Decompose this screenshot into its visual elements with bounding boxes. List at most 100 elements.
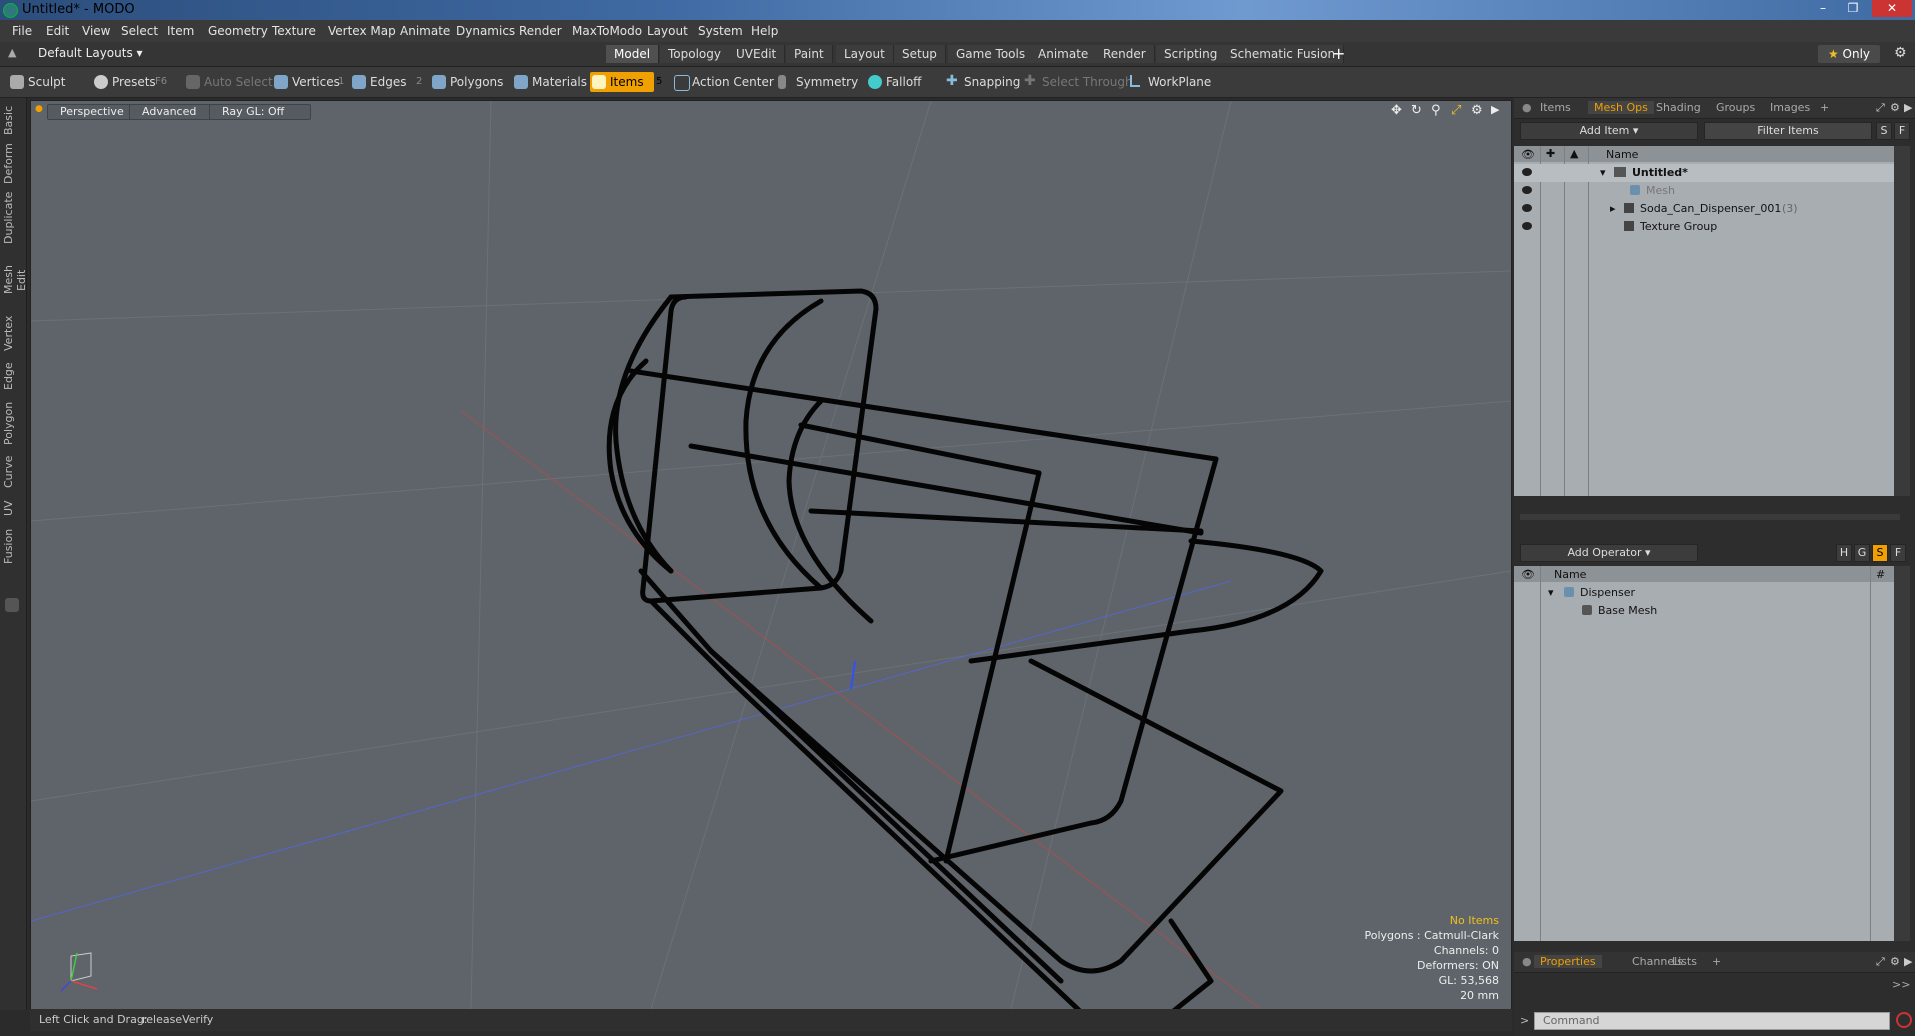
menu-dynamics[interactable]: Dynamics <box>456 24 515 38</box>
panel-splitter[interactable] <box>1520 514 1900 520</box>
left-tab-basic[interactable]: Basic <box>2 104 24 136</box>
expand-arrow-icon[interactable]: ▸ <box>1610 202 1616 215</box>
menu-select[interactable]: Select <box>121 24 158 38</box>
sculpt-button[interactable]: Sculpt <box>8 72 65 92</box>
record-icon[interactable] <box>1896 1012 1912 1028</box>
falloff-button[interactable]: Falloff <box>866 72 921 92</box>
panel-expand-icon[interactable]: ⤢ <box>1876 101 1885 115</box>
eye-icon[interactable] <box>1522 186 1532 194</box>
ops-f-button[interactable]: F <box>1890 544 1906 562</box>
select-through-button[interactable]: ✚ Select Through <box>1022 72 1133 92</box>
filter-f-button[interactable]: F <box>1894 122 1910 140</box>
expand-properties-icon[interactable]: >> <box>1892 978 1910 991</box>
vertices-button[interactable]: Vertices <box>272 72 340 92</box>
tab-images[interactable]: Images <box>1770 101 1810 114</box>
items-list[interactable]: 👁 ✚ ▲ Name ▾ Untitled* Mesh ▸ Soda_Can_D… <box>1514 146 1894 496</box>
layout-toggle-icon[interactable]: ▲ <box>8 46 16 59</box>
operators-list[interactable]: 👁 Name # ▾ Dispenser Base Mesh <box>1514 566 1894 941</box>
rotate-view-icon[interactable]: ↻ <box>1411 103 1422 118</box>
menu-texture[interactable]: Texture <box>272 24 316 38</box>
left-tab-polygon[interactable]: Polygon <box>2 400 24 446</box>
tab-lists[interactable]: Lists <box>1672 955 1697 968</box>
default-layouts-dropdown[interactable]: Default Layouts ▾ <box>38 46 143 60</box>
tab-animate[interactable]: Animate <box>1030 45 1098 63</box>
left-tab-vertex[interactable]: Vertex <box>2 314 24 352</box>
add-operator-dropdown[interactable]: Add Operator ▾ <box>1520 544 1698 562</box>
menu-animate[interactable]: Animate <box>400 24 450 38</box>
panel-arrow-icon[interactable]: ▶ <box>1904 101 1912 114</box>
items-scrollbar[interactable] <box>1894 146 1910 496</box>
left-tab-uv[interactable]: UV <box>2 498 24 518</box>
expand-arrow-icon[interactable]: ▾ <box>1600 166 1606 179</box>
command-input[interactable]: Command <box>1534 1012 1890 1030</box>
close-icon[interactable]: ✕ <box>1872 0 1912 17</box>
tab-uvedit[interactable]: UVEdit <box>728 45 786 63</box>
viewport-settings-icon[interactable]: ⚙ <box>1471 103 1483 118</box>
menu-system[interactable]: System <box>698 24 743 38</box>
ops-s-button[interactable]: S <box>1872 544 1888 562</box>
ops-h-button[interactable]: H <box>1836 544 1852 562</box>
restore-icon[interactable]: ❐ <box>1840 0 1866 17</box>
left-tab-edge[interactable]: Edge <box>2 360 24 392</box>
dispenser-mesh[interactable] <box>606 288 1324 1009</box>
name-column-header[interactable]: Name <box>1606 148 1638 161</box>
filter-items-input[interactable]: Filter Items <box>1704 122 1872 140</box>
raygl-toggle[interactable]: Ray GL: Off <box>209 104 311 120</box>
operator-row-dispenser[interactable]: ▾ Dispenser <box>1514 584 1894 602</box>
menu-edit[interactable]: Edit <box>46 24 69 38</box>
tab-shading[interactable]: Shading <box>1656 101 1701 114</box>
panel-expand-icon[interactable]: ⤢ <box>1876 955 1885 969</box>
expand-arrow-icon[interactable]: ▾ <box>1548 586 1554 599</box>
panel-menu-icon[interactable]: ● <box>1522 101 1532 114</box>
tab-scripting[interactable]: Scripting <box>1156 45 1227 63</box>
menu-layout[interactable]: Layout <box>647 24 688 38</box>
viewport-scene[interactable] <box>31 101 1511 1009</box>
item-row-texture-group[interactable]: Texture Group <box>1514 218 1894 236</box>
edges-button[interactable]: Edges <box>350 72 406 92</box>
item-row-mesh[interactable]: Mesh <box>1514 182 1894 200</box>
eye-icon[interactable] <box>1522 204 1532 212</box>
tab-items[interactable]: Items <box>1540 101 1571 114</box>
left-tab-deform[interactable]: Deform <box>2 143 24 184</box>
3d-viewport[interactable]: ● Perspective Advanced Ray GL: Off ✥ ↻ ⚲… <box>30 100 1512 1010</box>
only-button[interactable]: ★ Only <box>1818 45 1880 63</box>
maximize-view-icon[interactable]: ⤢ <box>1451 103 1461 118</box>
polygons-button[interactable]: Polygons <box>430 72 503 92</box>
tab-render[interactable]: Render <box>1095 45 1155 63</box>
item-row-untitled[interactable]: ▾ Untitled* <box>1514 164 1894 182</box>
tab-schematic-fusion[interactable]: Schematic Fusion <box>1222 45 1345 63</box>
eye-icon[interactable] <box>1522 168 1532 176</box>
snapping-button[interactable]: ✚ Snapping <box>944 72 1020 92</box>
tab-properties[interactable]: Properties <box>1534 955 1602 968</box>
tab-paint[interactable]: Paint <box>786 45 833 63</box>
filter-s-button[interactable]: S <box>1876 122 1892 140</box>
panel-menu-icon[interactable]: ● <box>1522 955 1532 968</box>
action-center-button[interactable]: Action Center <box>672 72 774 92</box>
tab-setup[interactable]: Setup <box>894 45 946 63</box>
operator-row-base-mesh[interactable]: Base Mesh <box>1514 602 1894 620</box>
viewport-menu-icon[interactable]: ● <box>35 104 43 114</box>
materials-button[interactable]: Materials <box>512 72 587 92</box>
viewport-expand-icon[interactable]: ▶ <box>1491 103 1499 116</box>
tab-topology[interactable]: Topology <box>660 45 730 63</box>
left-tab-mesh-edit[interactable]: Mesh Edit <box>2 254 28 306</box>
menu-item[interactable]: Item <box>167 24 194 38</box>
eye-icon[interactable] <box>1522 222 1532 230</box>
move-view-icon[interactable]: ✥ <box>1391 103 1402 118</box>
add-tab-button[interactable]: + <box>1332 44 1345 63</box>
minimize-icon[interactable]: – <box>1810 0 1836 17</box>
tab-model[interactable]: Model <box>606 45 660 63</box>
tab-groups[interactable]: Groups <box>1716 101 1755 114</box>
item-row-soda-can-dispenser[interactable]: ▸ Soda_Can_Dispenser_001 (3) <box>1514 200 1894 218</box>
add-panel-tab-icon[interactable]: + <box>1712 955 1721 968</box>
symmetry-button[interactable]: Symmetry <box>776 72 858 92</box>
panel-settings-icon[interactable]: ⚙ <box>1890 955 1900 968</box>
gear-icon[interactable]: ⚙ <box>1894 45 1907 61</box>
menu-render[interactable]: Render <box>519 24 562 38</box>
menu-geometry[interactable]: Geometry <box>208 24 268 38</box>
tab-layout[interactable]: Layout <box>836 45 894 63</box>
tab-game-tools[interactable]: Game Tools <box>948 45 1035 63</box>
ops-g-button[interactable]: G <box>1854 544 1870 562</box>
zoom-view-icon[interactable]: ⚲ <box>1431 103 1441 118</box>
panel-settings-icon[interactable]: ⚙ <box>1890 101 1900 114</box>
